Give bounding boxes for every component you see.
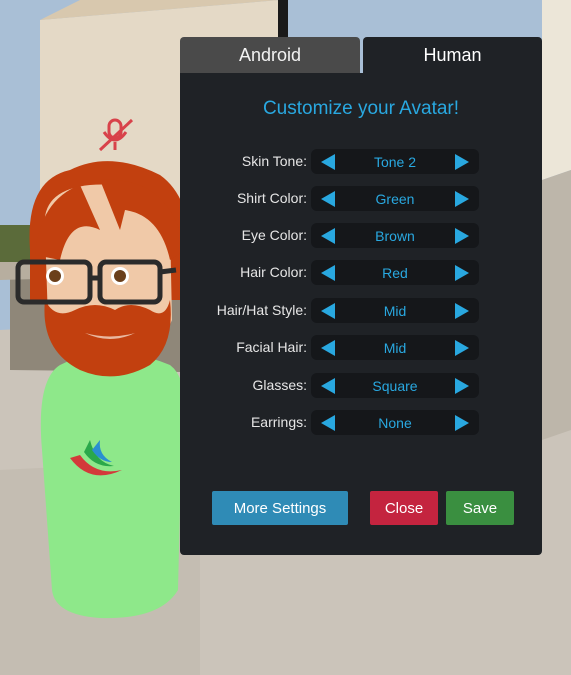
- left-arrow-icon[interactable]: [321, 378, 335, 394]
- more-settings-button[interactable]: More Settings: [212, 491, 348, 525]
- option-label: Hair/Hat Style:: [216, 302, 307, 318]
- left-arrow-icon[interactable]: [321, 154, 335, 170]
- option-value: Square: [372, 378, 418, 394]
- option-label: Skin Tone:: [241, 153, 307, 169]
- left-arrow-icon[interactable]: [321, 265, 335, 281]
- option-label: Earrings:: [250, 414, 307, 430]
- option-value: Brown: [375, 228, 415, 244]
- right-arrow-icon[interactable]: [455, 378, 469, 394]
- eye-color-selector: Brown: [311, 223, 479, 248]
- option-row-hair-color: Hair Color: Red: [180, 260, 542, 286]
- avatar-tabs: Android Human: [180, 37, 542, 73]
- right-arrow-icon[interactable]: [455, 154, 469, 170]
- option-row-facial-hair: Facial Hair: Mid: [180, 335, 542, 361]
- skin-tone-selector: Tone 2: [311, 149, 479, 174]
- option-row-shirt-color: Shirt Color: Green: [180, 186, 542, 212]
- option-label: Facial Hair:: [236, 339, 307, 355]
- tab-human[interactable]: Human: [363, 37, 542, 73]
- left-arrow-icon[interactable]: [321, 228, 335, 244]
- left-arrow-icon[interactable]: [321, 191, 335, 207]
- right-arrow-icon[interactable]: [455, 415, 469, 431]
- right-arrow-icon[interactable]: [455, 265, 469, 281]
- avatar-shirt: [40, 352, 185, 619]
- option-label: Glasses:: [252, 377, 307, 393]
- option-row-eye-color: Eye Color: Brown: [180, 223, 542, 249]
- shirt-color-selector: Green: [311, 186, 479, 211]
- option-row-skin-tone: Skin Tone: Tone 2: [180, 149, 542, 175]
- panel-title: Customize your Avatar!: [262, 98, 460, 119]
- hair-color-selector: Red: [311, 260, 479, 285]
- option-value: Green: [375, 191, 415, 207]
- right-arrow-icon[interactable]: [455, 303, 469, 319]
- facial-hair-selector: Mid: [311, 335, 479, 360]
- tab-android[interactable]: Android: [180, 37, 360, 73]
- option-value: Tone 2: [373, 154, 417, 170]
- left-arrow-icon[interactable]: [321, 415, 335, 431]
- close-button[interactable]: Close: [370, 491, 438, 525]
- option-value: Mid: [383, 340, 407, 356]
- option-label: Eye Color:: [241, 227, 307, 243]
- hair-hat-style-selector: Mid: [311, 298, 479, 323]
- option-row-glasses: Glasses: Square: [180, 373, 542, 399]
- left-arrow-icon[interactable]: [321, 303, 335, 319]
- save-button[interactable]: Save: [446, 491, 514, 525]
- right-arrow-icon[interactable]: [455, 228, 469, 244]
- earrings-selector: None: [311, 410, 479, 435]
- option-label: Shirt Color:: [236, 190, 307, 206]
- left-arrow-icon[interactable]: [321, 340, 335, 356]
- pole: [278, 0, 288, 40]
- right-arrow-icon[interactable]: [455, 191, 469, 207]
- right-arrow-icon[interactable]: [455, 340, 469, 356]
- option-value: Mid: [383, 303, 407, 319]
- option-row-earrings: Earrings: None: [180, 410, 542, 436]
- option-label: Hair Color:: [240, 264, 307, 280]
- right-building: [542, 0, 571, 180]
- option-value: None: [378, 415, 412, 431]
- option-row-hair-hat-style: Hair/Hat Style: Mid: [180, 298, 542, 324]
- avatar-customization-panel: Customize your Avatar! Skin Tone: Tone 2…: [180, 73, 542, 555]
- glasses-selector: Square: [311, 373, 479, 398]
- option-value: Red: [382, 265, 408, 281]
